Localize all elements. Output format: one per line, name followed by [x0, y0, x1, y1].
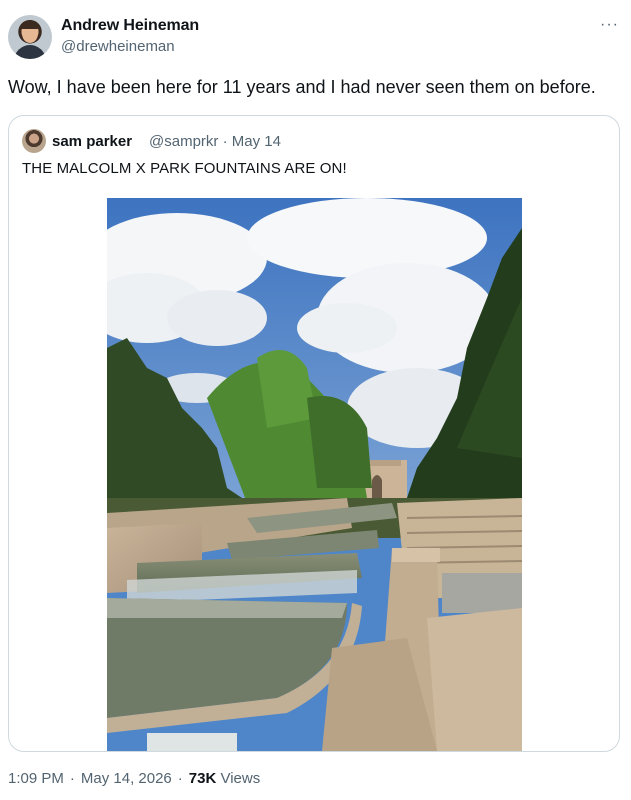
footer-separator: ·: [69, 770, 75, 787]
quoted-author-name[interactable]: sam parker: [52, 133, 132, 150]
views-label: Views: [220, 770, 261, 787]
quoted-meta: @samprkr · May 14: [149, 133, 281, 150]
quoted-author-avatar[interactable]: [22, 129, 46, 153]
meta-separator: ·: [222, 133, 228, 150]
fountain-photo[interactable]: [107, 198, 522, 751]
footer-separator: ·: [177, 770, 183, 787]
post-date[interactable]: May 14, 2026: [81, 770, 172, 787]
quoted-text: THE MALCOLM X PARK FOUNTAINS ARE ON!: [22, 160, 347, 177]
quoted-author-handle[interactable]: @samprkr: [149, 133, 218, 150]
tweet-footer: 1:09 PM · May 14, 2026 · 73K Views: [8, 770, 260, 787]
quoted-tweet[interactable]: sam parker @samprkr · May 14 THE MALCOLM…: [8, 115, 620, 752]
views-count[interactable]: 73K: [189, 770, 217, 787]
author-avatar[interactable]: [8, 15, 52, 59]
post-time[interactable]: 1:09 PM: [8, 770, 64, 787]
more-dots-icon[interactable]: ···: [600, 16, 619, 34]
author-display-name[interactable]: Andrew Heineman: [61, 17, 199, 35]
author-handle[interactable]: @drewheineman: [61, 38, 175, 55]
tweet-text: Wow, I have been here for 11 years and I…: [8, 77, 596, 97]
tweet: Andrew Heineman @drewheineman ··· Wow, I…: [0, 0, 631, 800]
quoted-date[interactable]: May 14: [232, 133, 281, 150]
